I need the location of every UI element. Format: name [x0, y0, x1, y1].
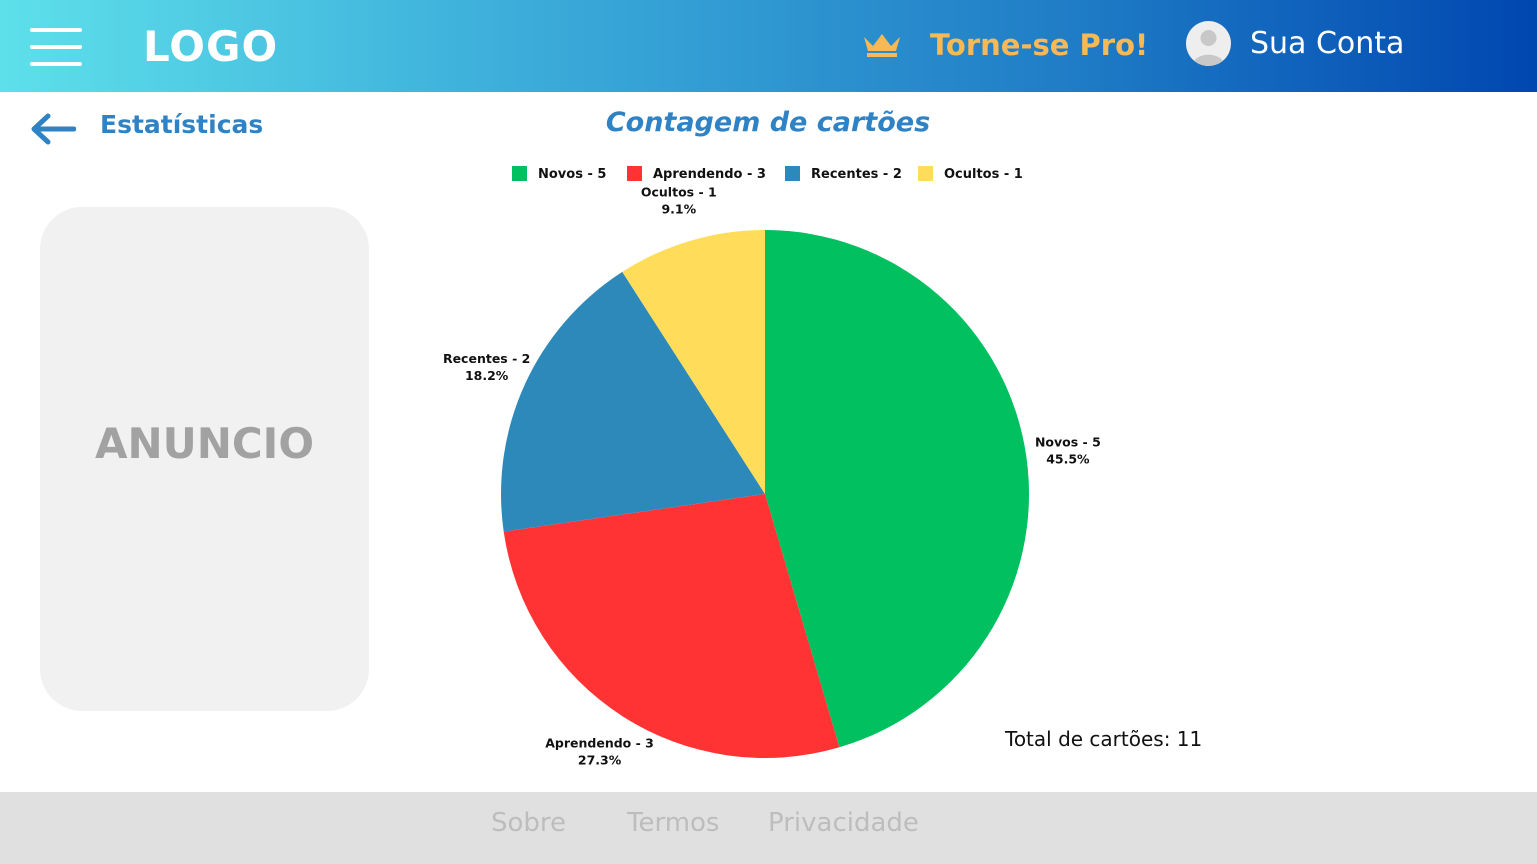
slice-percent-label: 27.3%: [578, 752, 622, 767]
legend-swatch: [785, 166, 800, 181]
legend-label: Novos - 5: [538, 167, 606, 182]
legend-swatch: [918, 166, 933, 181]
slice-percent-label: 45.5%: [1046, 451, 1090, 466]
footer-link-terms[interactable]: Termos: [627, 808, 719, 838]
legend-label: Aprendendo - 3: [653, 167, 766, 182]
slice-label: Ocultos - 1: [641, 184, 717, 199]
footer-link-privacy[interactable]: Privacidade: [768, 808, 919, 838]
slice-label: Aprendendo - 3: [545, 735, 654, 750]
footer: Sobre Termos Privacidade: [0, 792, 1537, 864]
total-cards-label: Total de cartões: 11: [1005, 727, 1203, 751]
legend-swatch: [512, 166, 527, 181]
slice-percent-label: 9.1%: [661, 201, 696, 216]
slice-label: Novos - 5: [1035, 434, 1101, 449]
legend-label: Ocultos - 1: [944, 167, 1023, 182]
legend-swatch: [627, 166, 642, 181]
legend-label: Recentes - 2: [811, 167, 902, 182]
slice-percent-label: 18.2%: [465, 368, 509, 383]
pie-chart: Novos - 5 Aprendendo - 3 Recentes - 2 Ocult…: [443, 166, 1101, 767]
slice-label: Recentes - 2: [443, 351, 530, 366]
footer-link-about[interactable]: Sobre: [491, 808, 566, 838]
